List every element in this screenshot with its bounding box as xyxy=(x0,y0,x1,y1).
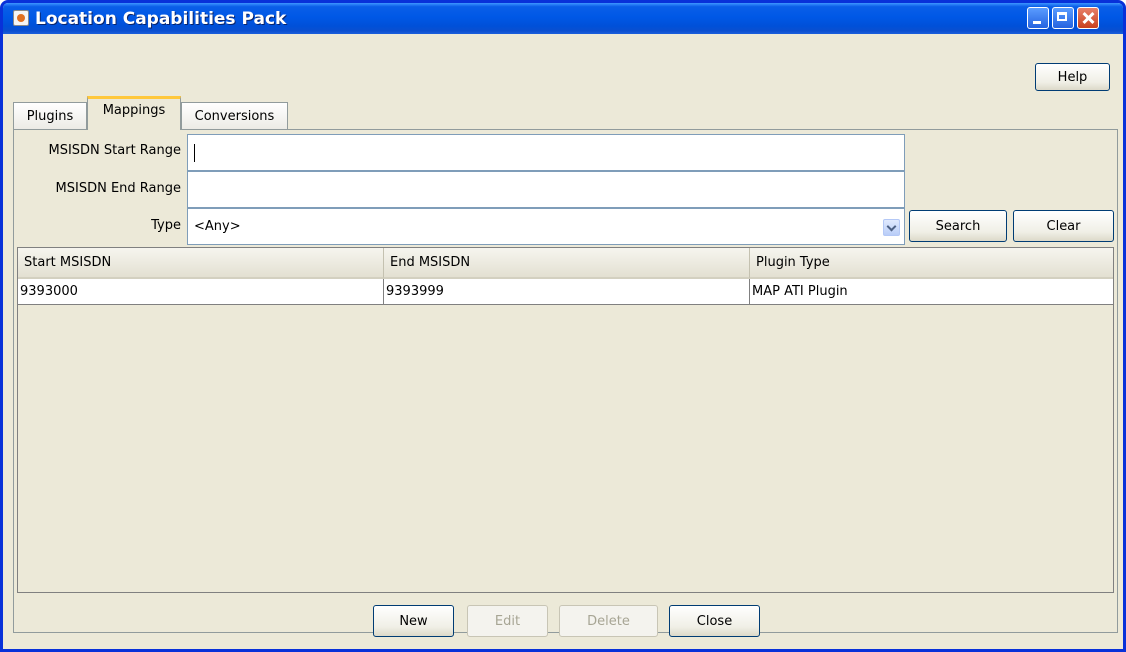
start-range-input[interactable] xyxy=(187,134,905,171)
type-select[interactable]: <Any> xyxy=(187,208,905,245)
delete-button[interactable]: Delete xyxy=(559,605,658,637)
search-button[interactable]: Search xyxy=(909,210,1007,242)
chevron-down-icon[interactable] xyxy=(883,219,900,236)
column-header-end-msisdn[interactable]: End MSISDN xyxy=(384,248,750,279)
cell-start-msisdn: 9393000 xyxy=(18,279,384,304)
java-app-icon xyxy=(13,10,29,26)
new-button[interactable]: New xyxy=(373,605,454,637)
tab-plugins[interactable]: Plugins xyxy=(13,102,87,129)
mappings-table: Start MSISDN End MSISDN Plugin Type 9393… xyxy=(17,247,1114,593)
minimize-icon[interactable] xyxy=(1027,7,1049,29)
close-button[interactable]: Close xyxy=(669,605,760,637)
type-selected-value: <Any> xyxy=(194,219,241,234)
maximize-icon[interactable] xyxy=(1052,7,1074,29)
text-caret xyxy=(194,144,195,162)
table-header: Start MSISDN End MSISDN Plugin Type xyxy=(18,248,1113,279)
window-title: Location Capabilities Pack xyxy=(35,9,287,29)
tab-mappings[interactable]: Mappings xyxy=(87,96,181,130)
start-range-label: MSISDN Start Range xyxy=(48,143,181,158)
app-window: Location Capabilities Pack Help Plugins … xyxy=(0,0,1126,652)
table-row[interactable]: 9393000 9393999 MAP ATI Plugin xyxy=(18,279,1113,305)
end-range-input[interactable] xyxy=(187,171,905,208)
tab-conversions[interactable]: Conversions xyxy=(181,102,288,129)
cell-end-msisdn: 9393999 xyxy=(384,279,750,304)
cell-plugin-type: MAP ATI Plugin xyxy=(752,284,848,299)
clear-button[interactable]: Clear xyxy=(1013,210,1114,242)
close-icon[interactable] xyxy=(1077,7,1099,29)
edit-button[interactable]: Edit xyxy=(467,605,548,637)
column-header-plugin-type[interactable]: Plugin Type xyxy=(750,248,1113,279)
type-label: Type xyxy=(151,218,181,233)
help-button[interactable]: Help xyxy=(1035,63,1110,91)
title-bar[interactable]: Location Capabilities Pack xyxy=(3,3,1123,34)
column-header-start-msisdn[interactable]: Start MSISDN xyxy=(18,248,384,279)
end-range-label: MSISDN End Range xyxy=(55,181,181,196)
